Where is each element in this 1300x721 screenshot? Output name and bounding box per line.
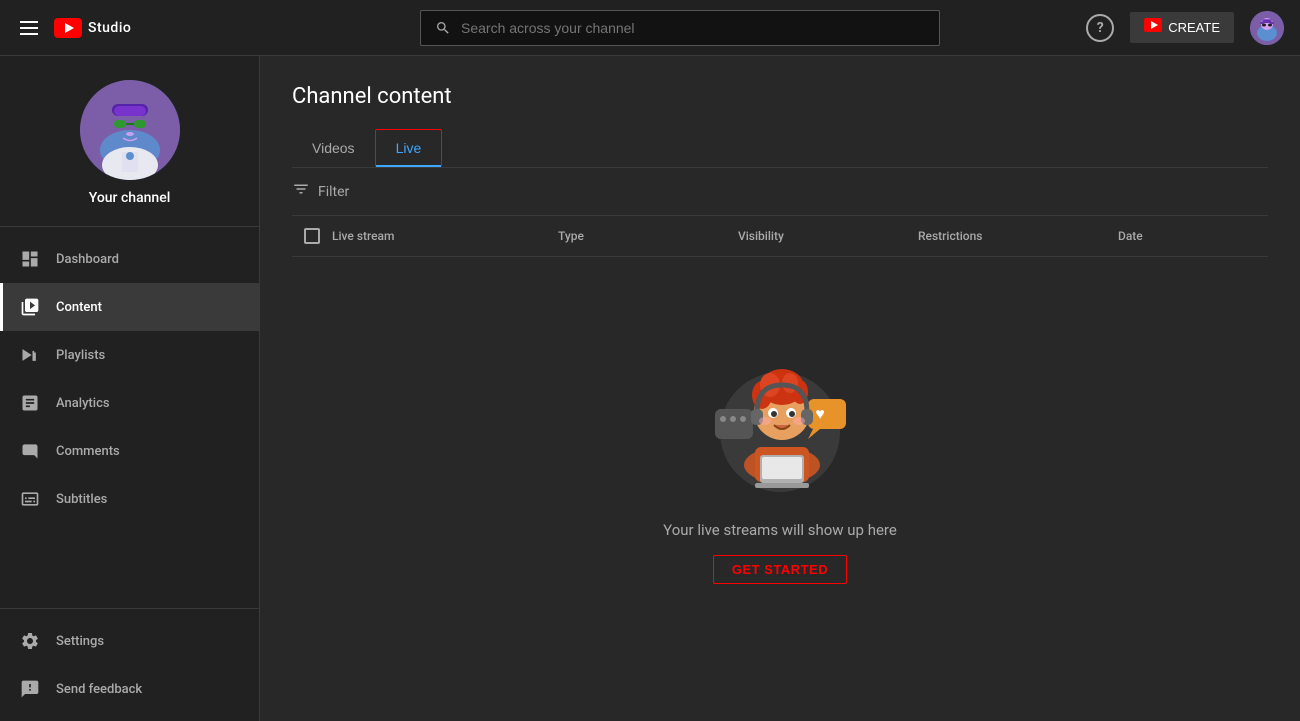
subtitles-icon [20, 489, 40, 509]
select-all-checkbox[interactable] [292, 228, 332, 244]
sidebar-item-label: Playlists [56, 348, 105, 363]
create-label: CREATE [1168, 20, 1220, 35]
header: Studio ? CREATE [0, 0, 1300, 56]
comments-icon [20, 441, 40, 461]
svg-text:♥: ♥ [815, 404, 825, 423]
col-live-stream: Live stream [332, 229, 558, 243]
feedback-icon [20, 679, 40, 699]
create-video-icon [1144, 18, 1162, 37]
empty-state-text: Your live streams will show up here [663, 521, 897, 539]
channel-name: Your channel [89, 190, 171, 206]
playlists-icon [20, 345, 40, 365]
sidebar-item-playlists[interactable]: Playlists [0, 331, 259, 379]
sidebar-item-label: Dashboard [56, 252, 119, 267]
col-date: Date [1118, 229, 1268, 243]
table-header: Live stream Type Visibility Restrictions… [292, 216, 1268, 257]
avatar[interactable] [1250, 11, 1284, 45]
nav-items: Dashboard Content Playlists [0, 227, 259, 608]
col-visibility: Visibility [738, 229, 918, 243]
search-input[interactable] [461, 20, 925, 36]
sidebar-item-analytics[interactable]: Analytics [0, 379, 259, 427]
sidebar-item-feedback[interactable]: Send feedback [0, 665, 259, 713]
filter-bar: Filter [292, 168, 1268, 216]
youtube-icon [54, 18, 82, 38]
sidebar-item-label: Content [56, 300, 102, 315]
header-right: ? CREATE [1084, 11, 1284, 45]
sidebar-item-comments[interactable]: Comments [0, 427, 259, 475]
sidebar-item-dashboard[interactable]: Dashboard [0, 235, 259, 283]
checkbox[interactable] [304, 228, 320, 244]
search-icon [435, 20, 451, 36]
content-icon [20, 297, 40, 317]
page-title: Channel content [292, 84, 1268, 109]
sidebar-item-label: Settings [56, 634, 104, 649]
col-restrictions: Restrictions [918, 229, 1118, 243]
channel-avatar[interactable] [80, 80, 180, 180]
main-layout: Your channel Dashboard Content [0, 56, 1300, 721]
dashboard-icon [20, 249, 40, 269]
get-started-button[interactable]: GET STARTED [713, 555, 847, 584]
search-bar [276, 10, 1084, 46]
sidebar-item-label: Subtitles [56, 492, 107, 507]
sidebar-item-subtitles[interactable]: Subtitles [0, 475, 259, 523]
create-button[interactable]: CREATE [1130, 12, 1234, 43]
analytics-icon [20, 393, 40, 413]
filter-icon [292, 180, 310, 203]
sidebar-item-label: Send feedback [56, 682, 142, 697]
studio-label: Studio [88, 20, 131, 36]
search-wrapper [420, 10, 940, 46]
sidebar-item-label: Analytics [56, 396, 110, 411]
sidebar-item-label: Comments [56, 444, 120, 459]
sidebar: Your channel Dashboard Content [0, 56, 260, 721]
header-left: Studio [16, 17, 276, 39]
sidebar-item-content[interactable]: Content [0, 283, 259, 331]
settings-icon [20, 631, 40, 651]
sidebar-item-settings[interactable]: Settings [0, 617, 259, 665]
filter-label[interactable]: Filter [318, 184, 349, 200]
tab-videos[interactable]: Videos [292, 129, 375, 167]
channel-profile: Your channel [0, 56, 259, 227]
empty-illustration: ♥ [700, 337, 860, 497]
tab-live[interactable]: Live [375, 129, 443, 167]
logo[interactable]: Studio [54, 18, 131, 38]
col-type: Type [558, 229, 738, 243]
help-button[interactable]: ? [1086, 14, 1114, 42]
empty-state: ♥ [292, 257, 1268, 624]
tabs: Videos Live [292, 129, 1268, 168]
content-area: Channel content Videos Live Filter Live … [260, 56, 1300, 721]
menu-icon[interactable] [16, 17, 42, 39]
sidebar-bottom: Settings Send feedback [0, 608, 259, 721]
